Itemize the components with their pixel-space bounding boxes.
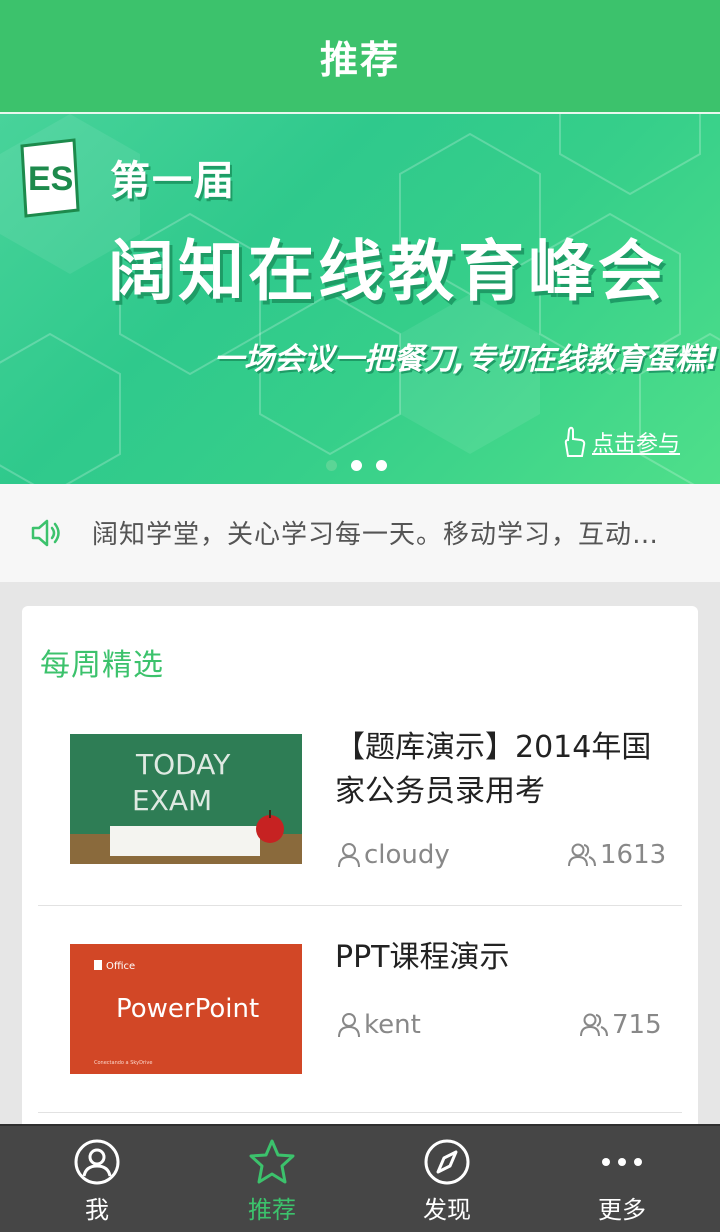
carousel-dot[interactable] xyxy=(351,460,362,471)
svg-text:Conectando a SkyDrive: Conectando a SkyDrive xyxy=(94,1060,152,1066)
tab-label: 我 xyxy=(85,1196,109,1224)
banner-tagline: 一场会议一把餐刀,专切在线教育蛋糕! xyxy=(214,342,720,377)
section-title: 每周精选 xyxy=(40,648,164,683)
course-title: 【题库演示】2014年国家公务员录用考 xyxy=(335,730,652,809)
tab-more[interactable]: 更多 xyxy=(532,1126,712,1232)
tab-label: 更多 xyxy=(598,1196,646,1224)
tab-discover[interactable]: 发现 xyxy=(357,1126,537,1232)
compass-icon xyxy=(424,1139,470,1185)
course-thumbnail: TODAY EXAM xyxy=(70,734,302,864)
course-title: PPT课程演示 xyxy=(335,940,510,975)
tab-label: 发现 xyxy=(423,1196,471,1224)
banner-join-label: 点击参与 xyxy=(592,432,681,457)
author-name: kent xyxy=(364,1010,421,1040)
svg-text:Office: Office xyxy=(106,961,135,972)
course-item[interactable]: TODAY EXAM 【题库演示】2014年国家公务员录用考 cloudy 16… xyxy=(38,706,682,906)
svg-text:ES: ES xyxy=(28,160,73,198)
announcement-text: 阔知学堂，关心学习每一天。移动学习，互动… xyxy=(92,520,660,550)
user-circle-icon xyxy=(74,1139,120,1185)
weekly-picks-card: 每周精选 TODAY EXAM 【题库演示】2014年国家公务员录用考 clou… xyxy=(22,606,698,1146)
tab-label: 推荐 xyxy=(248,1196,296,1224)
pointer-hand-icon xyxy=(564,426,586,457)
banner-edition: 第一届 xyxy=(110,158,236,204)
divider xyxy=(38,1112,682,1113)
course-author: cloudy xyxy=(338,840,450,870)
user-icon xyxy=(338,843,360,868)
course-thumbnail: Office PowerPoint Conectando a SkyDrive xyxy=(70,944,302,1074)
tab-recommend[interactable]: 推荐 xyxy=(182,1126,362,1232)
svg-text:EXAM: EXAM xyxy=(132,784,212,817)
page-header: 推荐 xyxy=(0,0,720,114)
svg-text:TODAY: TODAY xyxy=(135,748,231,781)
page-title: 推荐 xyxy=(319,37,400,82)
es-logo: ES xyxy=(20,138,80,218)
more-dots-icon xyxy=(602,1158,642,1166)
announcement-bar[interactable]: 阔知学堂，关心学习每一天。移动学习，互动… xyxy=(0,484,720,582)
course-learners: 1613 xyxy=(568,840,666,870)
banner-join-link[interactable]: 点击参与 xyxy=(560,426,680,458)
carousel-dots xyxy=(326,460,387,471)
course-author: kent xyxy=(338,1010,421,1040)
speaker-icon xyxy=(31,519,60,547)
author-name: cloudy xyxy=(364,840,450,870)
carousel-dot[interactable] xyxy=(376,460,387,471)
group-icon xyxy=(568,843,596,867)
banner-headline: 阔知在线教育峰会 xyxy=(108,233,668,310)
course-item[interactable]: Office PowerPoint Conectando a SkyDrive … xyxy=(38,906,682,1114)
promo-banner[interactable]: ES 第一届 阔知在线教育峰会 一场会议一把餐刀,专切在线教育蛋糕! 点击参与 xyxy=(0,114,720,484)
learner-count: 715 xyxy=(612,1010,662,1040)
user-icon xyxy=(338,1013,360,1038)
group-icon xyxy=(580,1013,608,1037)
course-learners: 715 xyxy=(580,1010,662,1040)
learner-count: 1613 xyxy=(600,840,667,870)
star-icon xyxy=(249,1139,295,1184)
svg-text:PowerPoint: PowerPoint xyxy=(116,994,259,1024)
tab-me[interactable]: 我 xyxy=(7,1126,187,1232)
carousel-dot[interactable] xyxy=(326,460,337,471)
bottom-tab-bar: 我 推荐 发现 更多 xyxy=(0,1124,720,1232)
